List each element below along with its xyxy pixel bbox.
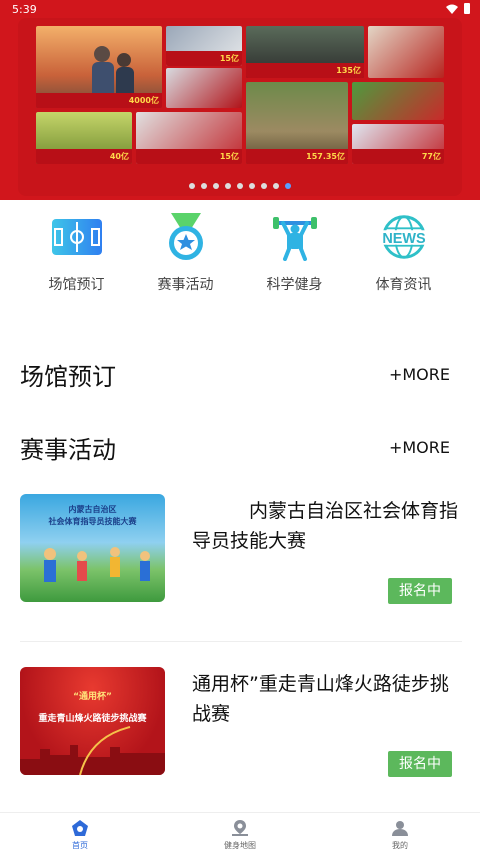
event-thumbnail: “通用杯” 重走青山烽火路徒步挑战赛 <box>20 667 165 775</box>
event-title: 内蒙古自治区社会体育指导员技能大赛 <box>192 500 459 552</box>
user-icon <box>392 821 408 836</box>
home-icon <box>72 820 88 836</box>
section-events-header: 赛事活动 +MORE <box>20 427 450 467</box>
banner-tile: 4000亿 <box>36 26 162 108</box>
battery-icon <box>464 3 470 14</box>
section-title: 赛事活动 <box>20 435 116 464</box>
banner-caption: 135亿 <box>246 63 364 78</box>
banner-tile <box>166 68 242 108</box>
events-more-link[interactable]: +MORE <box>389 438 450 457</box>
banner-tile <box>352 82 444 120</box>
carousel-dot[interactable] <box>213 183 219 189</box>
athletes-illustration <box>44 547 150 582</box>
banner-caption: 15亿 <box>136 149 242 164</box>
banner-caption: 40亿 <box>36 149 132 164</box>
event-thumbnail: 内蒙古自治区 社会体育指导员技能大赛 <box>20 494 165 602</box>
map-pin-icon <box>232 820 248 836</box>
quick-item-label: 体育资讯 <box>375 277 432 293</box>
status-time: 5:39 <box>12 3 37 16</box>
banner-tile <box>368 26 444 78</box>
banner-tile: 15亿 <box>166 26 242 66</box>
wifi-icon <box>446 4 458 14</box>
nav-label: 我的 <box>392 841 408 850</box>
carousel-dot[interactable] <box>189 183 195 189</box>
nav-profile[interactable]: 我的 <box>320 813 480 854</box>
section-venue-header: 场馆预订 +MORE <box>20 354 450 394</box>
stadium-icon <box>50 212 104 262</box>
quick-item-venue-booking[interactable]: 场馆预订 <box>22 212 131 302</box>
quick-item-fitness[interactable]: 科学健身 <box>240 212 349 302</box>
carousel-dot[interactable] <box>285 183 291 189</box>
nav-home[interactable]: 首页 <box>0 813 160 854</box>
banner-collage: 4000亿 15亿 135亿 40亿 15亿 157.35亿 77亿 <box>36 26 444 176</box>
medal-icon <box>159 212 213 262</box>
event-card[interactable]: “通用杯” 重走青山烽火路徒步挑战赛 通用杯”重走青山烽火路徒步挑战赛 报名中 <box>20 667 462 779</box>
banner-tile: 15亿 <box>136 112 242 164</box>
carousel-dot[interactable] <box>249 183 255 189</box>
banner-tile: 77亿 <box>352 124 444 164</box>
carousel-dot[interactable] <box>273 183 279 189</box>
venue-more-link[interactable]: +MORE <box>389 365 450 384</box>
fitness-icon <box>268 212 322 262</box>
carousel-dot[interactable] <box>261 183 267 189</box>
event-title: 通用杯”重走青山烽火路徒步挑战赛 <box>192 673 449 725</box>
status-bar: 5:39 <box>0 0 480 20</box>
quick-item-label: 赛事活动 <box>157 277 214 293</box>
status-badge: 报名中 <box>388 578 452 604</box>
section-title: 场馆预订 <box>20 362 116 391</box>
quick-item-label: 科学健身 <box>266 277 323 293</box>
event-card[interactable]: 内蒙古自治区 社会体育指导员技能大赛 内蒙古自治区社会体育指导员技能大赛 报名中 <box>20 494 462 606</box>
nav-label: 健身地图 <box>224 841 256 850</box>
banner-tile: 135亿 <box>246 26 364 78</box>
banner-caption: 77亿 <box>352 149 444 164</box>
banner-tile: 40亿 <box>36 112 132 164</box>
quick-item-events[interactable]: 赛事活动 <box>131 212 240 302</box>
status-badge: 报名中 <box>388 751 452 777</box>
quick-item-news[interactable]: NEWS 体育资讯 <box>349 212 458 302</box>
news-icon-text: NEWS <box>382 231 426 247</box>
banner-caption: 15亿 <box>166 51 242 66</box>
banner-carousel[interactable]: 4000亿 15亿 135亿 40亿 15亿 157.35亿 77亿 <box>18 18 462 196</box>
bottom-nav: 首页 健身地图 我的 <box>0 812 480 854</box>
nav-fitness-map[interactable]: 健身地图 <box>160 813 320 854</box>
banner-caption: 157.35亿 <box>246 149 348 164</box>
divider <box>20 641 462 642</box>
nav-label: 首页 <box>72 841 88 850</box>
quick-item-label: 场馆预订 <box>48 277 105 293</box>
carousel-dot[interactable] <box>201 183 207 189</box>
skyline-illustration <box>20 726 165 775</box>
carousel-dot[interactable] <box>237 183 243 189</box>
carousel-dots[interactable] <box>18 183 462 189</box>
quick-menu: 场馆预订 赛事活动 科学健身 NEWS 体育资讯 <box>0 212 480 302</box>
news-icon: NEWS <box>376 212 431 262</box>
banner-tile: 157.35亿 <box>246 82 348 164</box>
carousel-dot[interactable] <box>225 183 231 189</box>
banner-caption: 4000亿 <box>36 93 162 108</box>
